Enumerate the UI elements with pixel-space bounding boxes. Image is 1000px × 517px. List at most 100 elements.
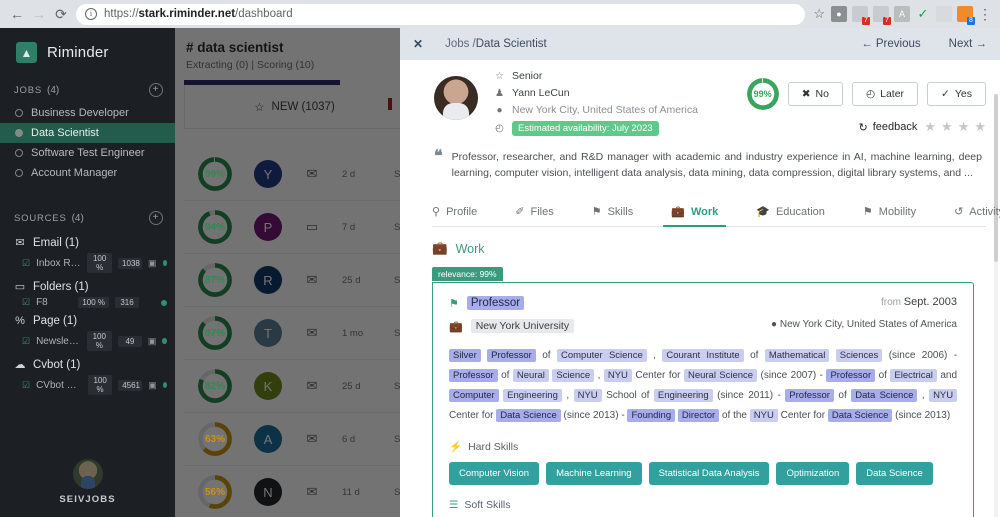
checkbox-icon[interactable]: ☑ xyxy=(22,258,30,269)
camera-extension-icon[interactable]: ● xyxy=(831,6,847,22)
experience-card[interactable]: ⚑ Professor from Sept. 2003 💼 New York U… xyxy=(432,282,974,517)
description-text: the xyxy=(733,410,747,421)
source-group-0[interactable]: ✉ Email (1) xyxy=(0,231,175,251)
highlighted-term: NYU xyxy=(603,369,632,382)
tab-activity[interactable]: ↺ Activity xyxy=(954,199,1000,226)
brand-name: Riminder xyxy=(47,44,109,61)
plus-icon[interactable]: + xyxy=(149,211,163,225)
star-icon[interactable]: ★ xyxy=(924,119,936,135)
brand[interactable]: ▲ Riminder xyxy=(0,28,175,77)
sidebar-item-job-2[interactable]: Software Test Engineer xyxy=(0,143,175,163)
yes-label: Yes xyxy=(954,88,972,100)
company-group: 💼 New York University xyxy=(449,319,771,333)
avatar xyxy=(72,459,103,489)
tab-mobility[interactable]: ⚑ Mobility xyxy=(863,199,916,226)
source-name: Inbox Rimin... xyxy=(36,257,82,269)
previous-button[interactable]: ← Previous xyxy=(861,38,920,50)
decision-panel: 99% ✖ No ◴ Later ✓ Yes ↻ feedback ★ ★ ★ ★ xyxy=(747,70,986,141)
grammar-extension-icon[interactable]: ✓ xyxy=(915,6,931,22)
tab-label: Profile xyxy=(446,205,478,218)
star-icon[interactable]: ★ xyxy=(974,119,986,135)
user-profile[interactable]: SEIVJOBS xyxy=(0,459,175,505)
breadcrumb: Jobs /Data Scientist xyxy=(445,38,547,50)
feedback-label[interactable]: ↻ feedback xyxy=(859,121,918,134)
sidebar-item-job-0[interactable]: Business Developer xyxy=(0,103,175,123)
source-group-1[interactable]: ▭ Folders (1) xyxy=(0,275,175,295)
checkbox-icon[interactable]: ☑ xyxy=(22,336,30,347)
pdf-extension-icon[interactable]: A xyxy=(894,6,910,22)
map-pin-icon: ● xyxy=(771,319,778,330)
highlighted-term: Neural xyxy=(512,369,549,382)
from-date: Sept. 2003 xyxy=(903,296,957,308)
checkbox-icon[interactable]: ☑ xyxy=(22,297,30,308)
sources-list: ✉Email (1)☑Inbox Rimin...100 %1038▣▭Fold… xyxy=(0,231,175,397)
no-button[interactable]: ✖ No xyxy=(787,82,843,106)
scrollbar-thumb[interactable] xyxy=(994,94,998,262)
source-count: 49 xyxy=(117,335,142,347)
source-count: 4561 xyxy=(118,379,143,391)
seniority-label: Senior xyxy=(512,70,543,82)
match-score-value: 99% xyxy=(204,168,225,180)
site-info-icon[interactable]: i xyxy=(85,8,97,20)
tab-skills[interactable]: ⚑ Skills xyxy=(592,199,634,226)
blocker2-extension-icon[interactable]: 7 xyxy=(873,6,891,25)
address-bar[interactable]: i https://stark.riminder.net/dashboard xyxy=(76,3,806,25)
description-text: of xyxy=(878,370,887,381)
description-text: of xyxy=(641,390,650,401)
later-button[interactable]: ◴ Later xyxy=(851,82,919,106)
star-icon[interactable]: ☆ xyxy=(813,6,825,22)
star-icon[interactable]: ★ xyxy=(941,119,953,135)
source-group-3[interactable]: ☁ Cvbot (1) xyxy=(0,353,175,373)
source-group-2[interactable]: % Page (1) xyxy=(0,310,175,329)
checkbox-icon[interactable]: ☑ xyxy=(22,380,30,391)
experience-title-row: ⚑ Professor from Sept. 2003 xyxy=(449,296,957,310)
experience-company-row: 💼 New York University ● New York City, U… xyxy=(449,319,957,333)
next-button[interactable]: Next → xyxy=(949,38,987,50)
highlighted-term: Professor xyxy=(826,369,876,382)
description-text: Center xyxy=(449,410,480,421)
yes-button[interactable]: ✓ Yes xyxy=(927,82,986,106)
sidebar-item-job-1[interactable]: Data Scientist xyxy=(0,123,175,143)
highlighted-term: Sciences xyxy=(835,349,883,362)
hard-skill-chip[interactable]: Statistical Data Analysis xyxy=(648,462,770,485)
source-row-2[interactable]: ☑ Newsletter ... 100 % 49 ▣ xyxy=(0,329,175,353)
tab-profile[interactable]: ⚲ Profile xyxy=(432,199,477,226)
folder-icon: ▭ xyxy=(14,281,26,293)
refresh-icon: ↻ xyxy=(858,121,868,134)
highlighted-term: Data Science xyxy=(496,409,561,422)
tab-education[interactable]: 🎓 Education xyxy=(756,199,825,226)
plus-icon[interactable]: + xyxy=(149,83,163,97)
tab-work[interactable]: 💼 Work xyxy=(663,199,727,227)
status-badge: Estimated availability: July 2023 xyxy=(512,121,659,136)
source-row-1[interactable]: ☑ F8 100 % 316 xyxy=(0,295,175,310)
description-text: of xyxy=(501,370,510,381)
hard-skill-chip[interactable]: Data Science xyxy=(856,462,933,485)
job-location-group: ● New York City, United States of Americ… xyxy=(771,319,957,330)
orange-badge: 8 xyxy=(967,17,975,25)
back-arrow-icon[interactable]: ← xyxy=(6,3,28,25)
hard-skill-chip[interactable]: Machine Learning xyxy=(546,462,642,485)
kebab-menu-icon[interactable]: ⋮ xyxy=(978,6,992,23)
reload-icon[interactable]: ⟳ xyxy=(50,3,72,25)
forward-arrow-icon[interactable]: → xyxy=(28,3,50,25)
sidebar-item-job-3[interactable]: Account Manager xyxy=(0,163,175,183)
rating-stars[interactable]: ★ ★ ★ ★ xyxy=(924,119,986,135)
chat-extension-icon[interactable] xyxy=(936,6,952,22)
blocker-extension-icon[interactable]: 7 xyxy=(852,6,870,25)
highlighted-term: Computer Science xyxy=(556,349,647,362)
orange-extension-icon[interactable]: 8 xyxy=(957,6,975,25)
highlighted-term: NYU xyxy=(929,389,958,402)
close-icon[interactable]: ✕ xyxy=(413,37,423,51)
description-text: of xyxy=(750,350,759,361)
status-dot-icon xyxy=(15,109,23,117)
source-row-0[interactable]: ☑ Inbox Rimin... 100 % 1038 ▣ xyxy=(0,251,175,275)
highlighted-term: Mathematical xyxy=(764,349,830,362)
breadcrumb-root[interactable]: Jobs / xyxy=(445,38,476,50)
star-icon[interactable]: ★ xyxy=(958,119,970,135)
tab-files[interactable]: ✐ Files xyxy=(515,199,553,226)
hard-skill-chip[interactable]: Computer Vision xyxy=(449,462,540,485)
hard-skill-chip[interactable]: Optimization xyxy=(776,462,850,485)
source-group-label: Page (1) xyxy=(33,315,78,327)
source-row-3[interactable]: ☑ CVbot Rimin... 100 % 4561 ▣ xyxy=(0,373,175,397)
scrollbar[interactable] xyxy=(994,94,998,517)
